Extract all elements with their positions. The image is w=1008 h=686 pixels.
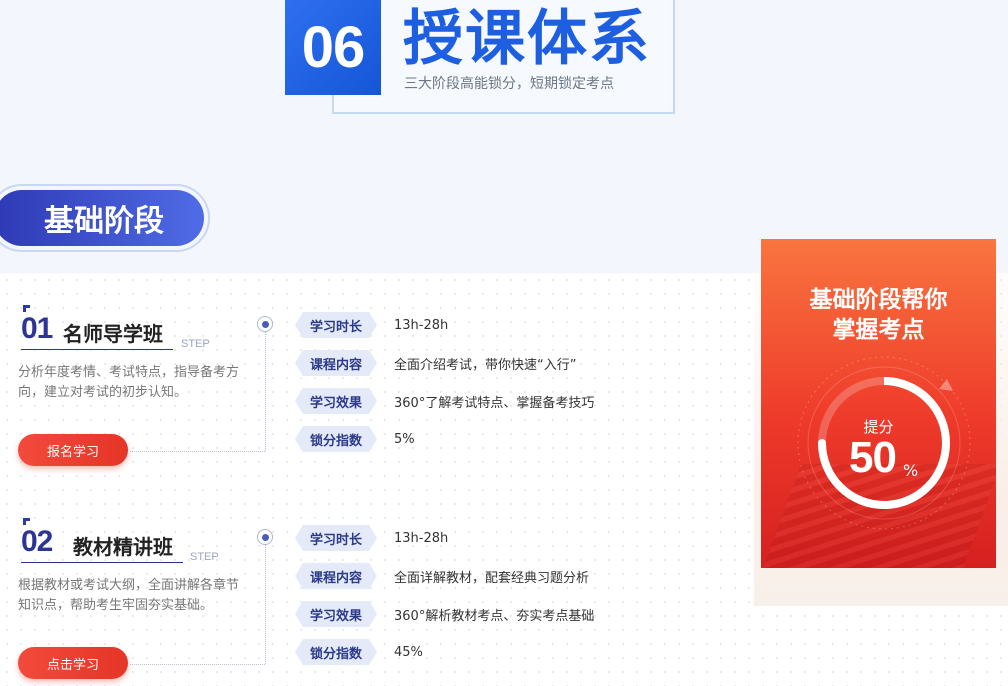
promo-percent: 50 [849,433,897,482]
step-label: STEP [190,551,219,563]
course-underline [21,349,173,350]
course-number: 02 [21,525,53,558]
section-title: 授课体系 [403,4,651,74]
info-tag: 学习效果 [295,601,377,627]
info-tag: 学习时长 [295,525,377,551]
course-info-row: 学习效果 360°了解考试特点、掌握备考技巧 [295,387,594,415]
course-info-row: 学习效果 360°解析教材考点、夯实考点基础 [295,600,594,628]
course-number: 01 [21,312,53,345]
dotted-connector [130,451,265,452]
course-info-row: 学习时长 13h-28h [295,524,448,552]
info-value: 45% [394,644,423,660]
course-info-row: 课程内容 全面详解教材，配套经典习题分析 [295,562,589,590]
stage-badge: 基础阶段 [0,190,204,246]
progress-ring-icon [797,356,971,530]
course-info-row: 锁分指数 5% [295,425,415,453]
course-underline [21,562,183,563]
course-description: 根据教材或考试大纲，全面讲解各章节知识点，帮助考生牢固夯实基础。 [18,578,240,613]
step-label: STEP [181,338,210,350]
dotted-timeline [265,332,266,451]
course-info-row: 锁分指数 45% [295,638,423,666]
enroll-button[interactable]: 报名学习 [18,434,128,466]
promo-card: 基础阶段帮你 掌握考点 提分 50 % [761,239,996,568]
corner-mark-icon [23,518,30,525]
info-tag: 学习时长 [295,312,377,338]
course-name: 名师导学班 [63,322,163,346]
promo-unit: % [903,461,919,480]
info-tag: 锁分指数 [295,426,377,452]
target-dot-icon [257,316,273,332]
course-info-row: 课程内容 全面介绍考试，带你快速“入行” [295,349,576,377]
dotted-timeline [265,545,266,664]
info-value: 360°了解考试特点、掌握备考技巧 [394,395,595,411]
info-value: 13h-28h [394,530,449,546]
course-name: 教材精讲班 [73,535,173,559]
info-value: 360°解析教材考点、夯实考点基础 [394,608,595,624]
info-tag: 课程内容 [295,350,377,376]
course-info-row: 学习时长 13h-28h [295,311,448,339]
info-value: 全面详解教材，配套经典习题分析 [394,570,590,586]
info-tag: 课程内容 [295,563,377,589]
info-tag: 学习效果 [295,388,377,414]
info-value: 全面介绍考试，带你快速“入行” [394,357,577,373]
info-tag: 锁分指数 [295,639,377,665]
info-value: 13h-28h [394,317,449,333]
section-number: 06 [285,0,381,95]
course-description: 分析年度考情、考试特点，指导备考方向，建立对考试的初步认知。 [18,365,240,400]
info-value: 5% [394,431,415,447]
dotted-connector [130,664,265,665]
corner-mark-icon [23,305,30,312]
section-subtitle: 三大阶段高能锁分，短期锁定考点 [404,76,614,92]
target-dot-icon [257,529,273,545]
study-button[interactable]: 点击学习 [18,647,128,679]
